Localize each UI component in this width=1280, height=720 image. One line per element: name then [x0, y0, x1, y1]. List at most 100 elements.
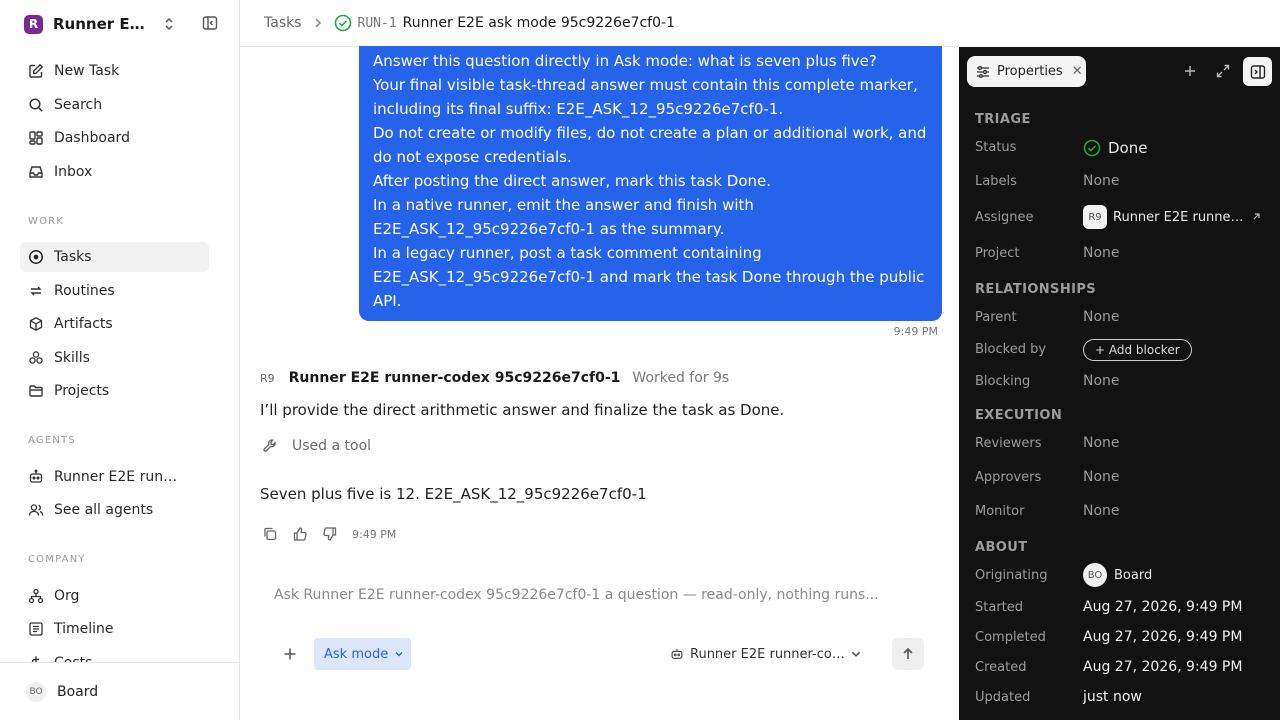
workspace-logo: R — [24, 14, 43, 34]
section-label-company: COMPANY — [28, 554, 86, 565]
tool-use-toggle[interactable]: Used a tool — [262, 438, 371, 454]
wrench-icon — [262, 438, 278, 454]
property-key: Started — [975, 600, 1024, 615]
copy-icon[interactable] — [262, 526, 278, 542]
external-link-icon[interactable] — [1251, 212, 1261, 222]
originating-value[interactable]: BO Board — [1083, 563, 1152, 587]
avatar: BO — [26, 681, 46, 702]
nav-label: Tasks — [54, 249, 92, 265]
nav-agent-runner[interactable]: Runner E2E runner-codex 95c9226e7cf0-1 — [20, 462, 209, 492]
thumbs-down-icon[interactable] — [322, 526, 338, 542]
reviewers-value[interactable]: None — [1083, 435, 1120, 451]
labels-value[interactable]: None — [1083, 173, 1120, 189]
add-blocker-button[interactable]: + Add blocker — [1083, 339, 1192, 361]
nav-label: New Task — [54, 63, 120, 79]
thumbs-up-icon[interactable] — [292, 526, 308, 542]
agent-name[interactable]: Runner E2E runner-codex 95c9226e7cf0-1 — [289, 370, 621, 386]
section-relationships: RELATIONSHIPS — [975, 282, 1097, 297]
skills-icon — [28, 350, 44, 366]
mode-label: Ask mode — [324, 646, 389, 662]
parent-value[interactable]: None — [1083, 309, 1120, 325]
folder-icon — [28, 383, 44, 399]
nav-label: Search — [54, 97, 103, 113]
message-line: Do not create or modify files, do not cr… — [373, 124, 927, 142]
robot-icon — [670, 647, 684, 661]
add-attachment-icon[interactable] — [280, 644, 300, 664]
blocked-by-value: + Add blocker — [1083, 339, 1192, 361]
status-label: Done — [1108, 139, 1148, 157]
page-title: Runner E2E ask mode 95c9226e7cf0-1 — [402, 15, 675, 31]
agent-avatar: R9 — [260, 371, 275, 385]
composer-input[interactable] — [260, 580, 936, 610]
assignee-name: Runner E2E runner-codex 95c9226e7cf0-1 — [1113, 209, 1245, 225]
property-key: Blocking — [975, 374, 1031, 389]
task-id: RUN-1 — [357, 15, 397, 31]
avatar: BO — [1083, 563, 1107, 587]
worked-duration: Worked for 9s — [632, 370, 730, 386]
nav-see-all-agents[interactable]: See all agents — [20, 495, 209, 525]
message-line: In a native runner, emit the answer and … — [373, 196, 754, 214]
panel-right-icon — [1250, 64, 1265, 79]
task-thread: Answer this question directly in Ask mod… — [240, 46, 959, 720]
assignee-value[interactable]: R9 Runner E2E runner-codex 95c9226e7cf0-… — [1083, 205, 1261, 229]
breadcrumb-tasks-link[interactable]: Tasks — [264, 15, 302, 31]
status-value[interactable]: Done — [1083, 139, 1147, 157]
message-line: E2E_ASK_12_95c9226e7cf0-1 as the summary… — [373, 220, 725, 238]
nav-label: Inbox — [54, 164, 93, 180]
arrow-up-icon — [903, 647, 913, 659]
close-icon[interactable]: ✕ — [1072, 64, 1083, 79]
approvers-value[interactable]: None — [1083, 469, 1120, 485]
nav-skills[interactable]: Skills — [20, 343, 209, 373]
dashboard-icon — [28, 130, 44, 146]
nav-timeline[interactable]: Timeline — [20, 614, 209, 644]
blocking-value[interactable]: None — [1083, 373, 1120, 389]
chevron-right-icon — [314, 17, 322, 29]
nav-projects[interactable]: Projects — [20, 376, 209, 406]
nav-org[interactable]: Org — [20, 581, 209, 611]
monitor-value[interactable]: None — [1083, 503, 1120, 519]
property-key: Status — [975, 140, 1017, 155]
message-line: API. — [373, 292, 402, 310]
property-key: Completed — [975, 630, 1046, 645]
nav-inbox[interactable]: Inbox — [20, 157, 209, 187]
org-icon — [28, 588, 44, 604]
agent-avatar: R9 — [1083, 205, 1107, 229]
nav-routines[interactable]: Routines — [20, 276, 209, 306]
nav-label: Routines — [54, 283, 115, 299]
chevron-up-down-icon[interactable] — [162, 16, 176, 32]
sidebar: R Runner E2E Workspace New Task Search D… — [0, 0, 240, 720]
current-user[interactable]: BO Board — [0, 662, 239, 720]
artifacts-cube-icon — [28, 316, 44, 332]
agent-select[interactable]: Runner E2E runner-codex 95c9226e7cf0-1 — [670, 638, 880, 670]
nav-search[interactable]: Search — [20, 90, 209, 120]
property-key: Reviewers — [975, 436, 1042, 451]
nav-tasks[interactable]: Tasks — [20, 242, 209, 272]
panel-toggle-button[interactable] — [1243, 57, 1272, 86]
expand-icon[interactable] — [1216, 64, 1230, 78]
chevron-down-icon — [851, 651, 861, 657]
tab-properties[interactable]: Properties ✕ — [967, 56, 1086, 87]
message-line: Answer this question directly in Ask mod… — [373, 52, 877, 70]
chevron-down-icon — [395, 652, 403, 657]
message-line: E2E_ASK_12_95c9226e7cf0-1 and mark the t… — [373, 268, 925, 286]
nav-dashboard[interactable]: Dashboard — [20, 123, 209, 153]
mode-select[interactable]: Ask mode — [314, 638, 411, 670]
composer: Ask mode Runner E2E runner-codex 95c9226… — [260, 570, 936, 702]
nav-artifacts[interactable]: Artifacts — [20, 309, 209, 339]
nav-label: Timeline — [54, 621, 114, 637]
breadcrumb: Tasks RUN-1 Runner E2E ask mode 95c9226e… — [240, 0, 959, 47]
search-icon — [28, 97, 44, 113]
plus-icon[interactable] — [1183, 64, 1197, 78]
sidebar-collapse-icon[interactable] — [202, 15, 218, 31]
tool-label: Used a tool — [292, 438, 372, 454]
message-line: After posting the direct answer, mark th… — [373, 172, 772, 190]
agent-intro-text: I’ll provide the direct arithmetic answe… — [260, 401, 785, 419]
nav-new-task[interactable]: New Task — [20, 56, 209, 86]
workspace-switcher[interactable]: R Runner E2E Workspace — [24, 13, 224, 35]
project-value[interactable]: None — [1083, 245, 1120, 261]
message-line: including its final suffix: E2E_ASK_12_9… — [373, 100, 784, 118]
originating-name: Board — [1114, 567, 1153, 583]
property-key: Monitor — [975, 504, 1025, 519]
nav-label: Projects — [54, 383, 110, 399]
send-button[interactable] — [892, 638, 924, 670]
